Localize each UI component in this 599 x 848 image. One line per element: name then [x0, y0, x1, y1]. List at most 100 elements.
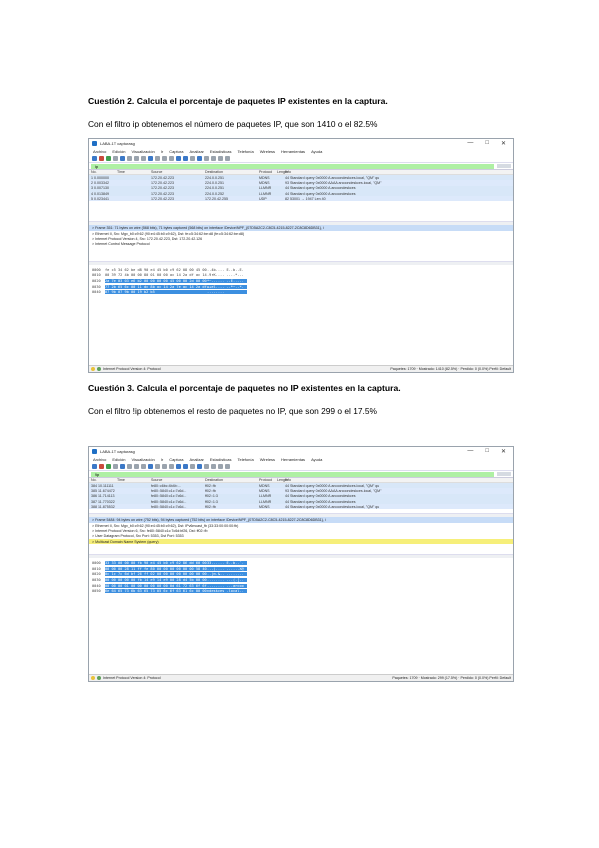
menu-ayuda[interactable]: Ayuda [311, 457, 322, 462]
column-no[interactable]: No. [91, 170, 117, 174]
forward-icon[interactable] [162, 464, 167, 469]
autoscroll-icon[interactable] [190, 156, 195, 161]
menu-estadisticas[interactable]: Estadísticas [210, 149, 232, 154]
menu-telefonia[interactable]: Telefonía [237, 457, 253, 462]
menu-herramientas[interactable]: Herramientas [281, 457, 305, 462]
column-destination[interactable]: Destination [205, 170, 259, 174]
column-source[interactable]: Source [151, 170, 205, 174]
filter-apply-button[interactable] [497, 472, 511, 476]
column-protocol[interactable]: Protocol [259, 478, 277, 482]
packet-row[interactable]: 3 0.007130 172.20.42.223 224.0.0.251 LLM… [89, 185, 513, 191]
restart-capture-icon[interactable] [106, 156, 111, 161]
menu-edicion[interactable]: Edición [112, 457, 125, 462]
column-protocol[interactable]: Protocol [259, 170, 277, 174]
open-file-icon[interactable] [120, 464, 125, 469]
close-file-icon[interactable] [134, 464, 139, 469]
open-file-icon[interactable] [120, 156, 125, 161]
packet-row[interactable]: 387 11.770322 fe80::5840:c1c:7c6d... ff0… [89, 498, 513, 505]
menu-visualizacion[interactable]: Visualización [131, 149, 154, 154]
menu-analizar[interactable]: Analizar [189, 457, 203, 462]
menu-herramientas[interactable]: Herramientas [281, 149, 305, 154]
filter-apply-button[interactable] [497, 164, 511, 168]
zoom-in-icon[interactable] [204, 156, 209, 161]
zoom-out-icon[interactable] [211, 464, 216, 469]
close-icon[interactable]: ✕ [501, 448, 506, 455]
menu-wireless[interactable]: Wireless [260, 457, 275, 462]
packet-row[interactable]: 385 11.674472 fe80::5840:c1c:7c6d... ff0… [89, 488, 513, 494]
menu-archivo[interactable]: Archivo [93, 149, 106, 154]
autoscroll-icon[interactable] [190, 464, 195, 469]
menu-wireless[interactable]: Wireless [260, 149, 275, 154]
menu-estadisticas[interactable]: Estadísticas [210, 457, 232, 462]
menu-analizar[interactable]: Analizar [189, 149, 203, 154]
maximize-icon[interactable]: □ [485, 448, 489, 455]
capture-comment-icon[interactable] [97, 367, 101, 371]
stop-capture-icon[interactable] [99, 464, 104, 469]
first-packet-icon[interactable] [176, 464, 181, 469]
go-to-packet-icon[interactable] [169, 156, 174, 161]
stop-capture-icon[interactable] [99, 156, 104, 161]
packet-row[interactable]: 388 11.875532 fe80::5840:c1c:7c6d... ff0… [89, 504, 513, 510]
reload-icon[interactable] [141, 156, 146, 161]
start-capture-icon[interactable] [92, 464, 97, 469]
menu-ayuda[interactable]: Ayuda [311, 149, 322, 154]
options-icon[interactable] [113, 464, 118, 469]
expert-info-icon[interactable] [91, 367, 95, 371]
column-time[interactable]: Time [117, 478, 151, 482]
capture-comment-icon[interactable] [97, 676, 101, 680]
display-filter-input[interactable]: !ip [91, 471, 494, 477]
zoom-in-icon[interactable] [204, 464, 209, 469]
column-source[interactable]: Source [151, 478, 205, 482]
menu-ir[interactable]: Ir [161, 149, 163, 154]
last-packet-icon[interactable] [183, 464, 188, 469]
menu-ir[interactable]: Ir [161, 457, 163, 462]
back-icon[interactable] [155, 464, 160, 469]
zoom-reset-icon[interactable] [218, 464, 223, 469]
column-length[interactable]: Length [277, 170, 288, 174]
colorize-icon[interactable] [197, 156, 202, 161]
resize-columns-icon[interactable] [225, 156, 230, 161]
restart-capture-icon[interactable] [106, 464, 111, 469]
minimize-icon[interactable]: — [467, 448, 473, 455]
packet-row[interactable]: 5 0.023441 172.20.42.223 172.20.42.255 U… [89, 196, 513, 202]
back-icon[interactable] [155, 156, 160, 161]
maximize-icon[interactable]: □ [485, 140, 489, 147]
zoom-reset-icon[interactable] [218, 156, 223, 161]
find-packet-icon[interactable] [148, 156, 153, 161]
forward-icon[interactable] [162, 156, 167, 161]
minimize-icon[interactable]: — [467, 140, 473, 147]
column-length[interactable]: Length [277, 478, 288, 482]
find-packet-icon[interactable] [148, 464, 153, 469]
display-filter-input[interactable]: ip [91, 163, 494, 169]
last-packet-icon[interactable] [183, 156, 188, 161]
packet-row[interactable]: 384 10.111111 fe80::c6bc:4b4b:... ff02::… [89, 483, 513, 489]
close-icon[interactable]: ✕ [501, 140, 506, 147]
packet-row[interactable]: 1 0.000000 172.20.42.223 224.0.0.251 MDN… [89, 175, 513, 181]
menu-telefonia[interactable]: Telefonía [237, 149, 253, 154]
save-file-icon[interactable] [127, 464, 132, 469]
column-info[interactable]: Info [285, 170, 513, 174]
options-icon[interactable] [113, 156, 118, 161]
menu-edicion[interactable]: Edición [112, 149, 125, 154]
packet-row[interactable]: 2 0.003342 172.20.42.223 224.0.0.251 MDN… [89, 180, 513, 186]
menu-visualizacion[interactable]: Visualización [131, 457, 154, 462]
go-to-packet-icon[interactable] [169, 464, 174, 469]
expert-info-icon[interactable] [91, 676, 95, 680]
packet-row[interactable]: 386 11.714113 fe80::5840:c1c:7c6d... ff0… [89, 493, 513, 499]
column-destination[interactable]: Destination [205, 478, 259, 482]
menu-captura[interactable]: Captura [169, 457, 183, 462]
colorize-icon[interactable] [197, 464, 202, 469]
first-packet-icon[interactable] [176, 156, 181, 161]
packet-row[interactable]: 4 0.013849 172.20.42.223 224.0.0.252 LLM… [89, 190, 513, 197]
resize-columns-icon[interactable] [225, 464, 230, 469]
column-info[interactable]: Info [285, 478, 513, 482]
save-file-icon[interactable] [127, 156, 132, 161]
menu-captura[interactable]: Captura [169, 149, 183, 154]
menu-archivo[interactable]: Archivo [93, 457, 106, 462]
start-capture-icon[interactable] [92, 156, 97, 161]
close-file-icon[interactable] [134, 156, 139, 161]
zoom-out-icon[interactable] [211, 156, 216, 161]
reload-icon[interactable] [141, 464, 146, 469]
column-no[interactable]: No. [91, 478, 117, 482]
column-time[interactable]: Time [117, 170, 151, 174]
